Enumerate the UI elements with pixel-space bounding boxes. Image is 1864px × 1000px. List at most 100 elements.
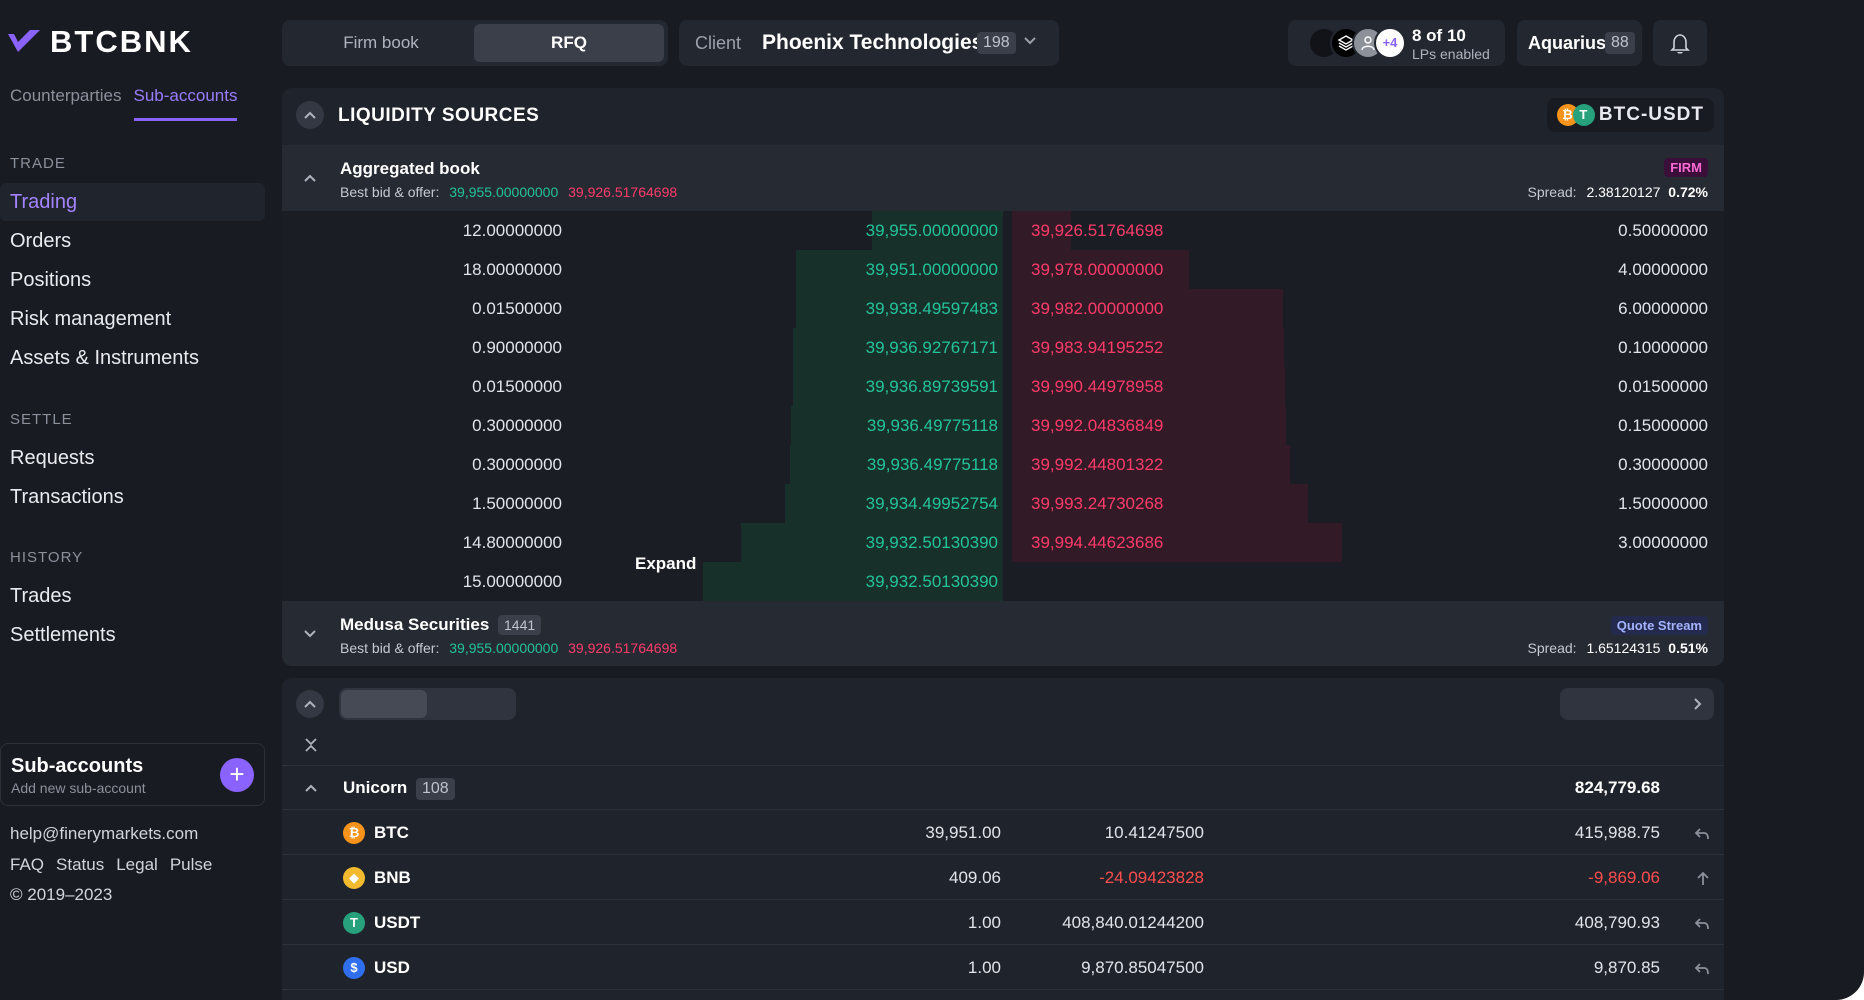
chevron-up-icon bbox=[304, 700, 316, 708]
add-sub-account-button[interactable]: + bbox=[220, 758, 254, 792]
asset-price: 1.00 bbox=[967, 913, 1001, 932]
collapse-liquidity-button[interactable] bbox=[296, 101, 324, 129]
book-row[interactable]: 0.30000000 39,936.49775118 39,992.44801322… bbox=[282, 445, 1724, 484]
bid-size: 0.01500000 bbox=[472, 377, 562, 396]
tab-sub-accounts[interactable]: Sub-accounts bbox=[133, 86, 238, 121]
bid-size: 0.30000000 bbox=[472, 455, 562, 474]
asset-price: 39,951.00 bbox=[925, 823, 1001, 842]
spread-percent: 0.51% bbox=[1668, 640, 1708, 656]
nav-item-trading[interactable]: Trading bbox=[0, 183, 265, 221]
group-name: Unicorn bbox=[343, 778, 408, 797]
ask-price: 39,926.51764698 bbox=[1031, 221, 1164, 240]
lps-count: 8 of 10 bbox=[1412, 26, 1466, 45]
collapse-all-icon[interactable] bbox=[304, 737, 318, 758]
spread-percent: 0.72% bbox=[1668, 184, 1708, 200]
book-row[interactable]: 0.01500000 39,936.89739591 39,990.44978958… bbox=[282, 367, 1724, 406]
book-row[interactable]: 0.90000000 39,936.92767171 39,983.94195252… bbox=[282, 328, 1724, 367]
asset-row[interactable]: T USDT 1.00 408,840.01244200 408,790.93 bbox=[282, 901, 1724, 945]
nav-item-trades[interactable]: Trades bbox=[0, 577, 265, 615]
medusa-spread: Spread: 1.65124315 0.51% bbox=[1528, 640, 1709, 656]
chevron-up-icon[interactable] bbox=[304, 781, 318, 800]
account-count-badge: 88 bbox=[1605, 32, 1635, 54]
arrow-up-icon[interactable] bbox=[1696, 856, 1710, 900]
bid-size: 0.30000000 bbox=[472, 416, 562, 435]
ask-size: 0.30000000 bbox=[1618, 455, 1708, 474]
mode-rfq[interactable]: RFQ bbox=[474, 24, 664, 62]
return-icon[interactable] bbox=[1694, 811, 1710, 855]
balances-nav-placeholder[interactable] bbox=[1560, 688, 1714, 720]
bid-price: 39,934.49952754 bbox=[865, 494, 998, 513]
nav-item-positions[interactable]: Positions bbox=[0, 261, 265, 299]
account-name: Aquarius bbox=[1528, 33, 1607, 53]
collapse-balances-button[interactable] bbox=[296, 690, 324, 718]
mode-firm-book[interactable]: Firm book bbox=[286, 24, 476, 62]
best-ask: 39,926.51764698 bbox=[568, 184, 678, 200]
footer-link-pulse[interactable]: Pulse bbox=[170, 855, 213, 875]
sidebar-tabs: Counterparties Sub-accounts bbox=[10, 86, 238, 121]
pair-selector[interactable]: ₿ T BTC-USDT bbox=[1546, 98, 1714, 132]
best-bid: 39,955.00000000 bbox=[449, 184, 559, 200]
asset-price: 409.06 bbox=[949, 868, 1001, 887]
aggregated-bbo: Best bid & offer: 39,955.00000000 39,926… bbox=[340, 184, 677, 200]
copyright: © 2019–2023 bbox=[10, 885, 113, 904]
bid-price: 39,951.00000000 bbox=[865, 260, 998, 279]
book-row[interactable]: 12.00000000 39,955.00000000 39,926.5176469… bbox=[282, 211, 1724, 250]
bid-price: 39,938.49597483 bbox=[865, 299, 998, 318]
notifications-button[interactable] bbox=[1653, 20, 1707, 66]
return-icon[interactable] bbox=[1694, 946, 1710, 990]
bbo-label: Best bid & offer: bbox=[340, 640, 440, 656]
balances-tab-placeholder[interactable] bbox=[339, 688, 516, 720]
footer-link-legal[interactable]: Legal bbox=[116, 855, 158, 875]
footer-link-faq[interactable]: FAQ bbox=[10, 855, 44, 875]
nav-item-transactions[interactable]: Transactions bbox=[0, 478, 265, 516]
tab-counterparties[interactable]: Counterparties bbox=[10, 86, 122, 121]
brand-logo[interactable]: BTCBNK bbox=[6, 24, 193, 60]
tether-icon: T bbox=[343, 912, 365, 934]
mode-switch: Firm book RFQ bbox=[282, 20, 668, 66]
bid-size: 18.00000000 bbox=[462, 260, 562, 279]
book-row[interactable]: 1.50000000 39,934.49952754 39,993.24730268… bbox=[282, 484, 1724, 523]
expand-medusa-button[interactable] bbox=[296, 619, 324, 647]
group-row-unicorn[interactable]: Unicorn 108 824,779.68 bbox=[282, 765, 1724, 810]
asset-symbol: USDT bbox=[374, 913, 421, 932]
plus-icon: + bbox=[229, 759, 245, 789]
lps-selector[interactable]: +4 8 of 10 LPs enabled bbox=[1288, 20, 1505, 66]
spread-value: 1.65124315 bbox=[1586, 640, 1661, 656]
asset-row[interactable]: $ USD 1.00 9,870.85047500 9,870.85 bbox=[282, 946, 1724, 990]
book-row[interactable]: 15.00000000 39,932.50130390 bbox=[282, 562, 1724, 601]
asset-value: 9,870.85 bbox=[1593, 958, 1660, 977]
nav-item-assets-instruments[interactable]: Assets & Instruments bbox=[0, 339, 265, 377]
return-icon[interactable] bbox=[1694, 901, 1710, 945]
book-row[interactable]: 0.01500000 39,938.49597483 39,982.00000000… bbox=[282, 289, 1724, 328]
bid-price: 39,932.50130390 bbox=[865, 533, 998, 552]
book-row[interactable]: 18.00000000 39,951.00000000 39,978.0000000… bbox=[282, 250, 1724, 289]
nav-item-requests[interactable]: Requests bbox=[0, 439, 265, 477]
book-row[interactable]: 0.30000000 39,936.49775118 39,992.04836849… bbox=[282, 406, 1724, 445]
bitcoin-icon: ₿ bbox=[343, 822, 365, 844]
section-title-trade: TRADE bbox=[10, 155, 66, 172]
account-selector[interactable]: Aquarius 88 bbox=[1517, 20, 1642, 66]
asset-quantity: 10.41247500 bbox=[1104, 823, 1204, 842]
liquidity-title: LIQUIDITY SOURCES bbox=[338, 105, 540, 126]
support-email-link[interactable]: help@finerymarkets.com bbox=[10, 824, 198, 844]
asset-row[interactable]: ₿ BTC 39,951.00 10.41247500 415,988.75 bbox=[282, 811, 1724, 855]
expand-book-button[interactable]: Expand bbox=[635, 554, 696, 574]
asset-row[interactable]: ◆ BNB 409.06 -24.09423828 -9,869.06 bbox=[282, 856, 1724, 900]
bid-size: 14.80000000 bbox=[462, 533, 562, 552]
bid-size: 12.00000000 bbox=[462, 221, 562, 240]
sub-accounts-card[interactable]: Sub-accounts Add new sub-account + bbox=[0, 743, 265, 806]
footer-links: FAQ Status Legal Pulse bbox=[10, 855, 212, 875]
book-row[interactable]: 14.80000000 39,932.50130390 39,994.4462368… bbox=[282, 523, 1724, 562]
bid-size: 15.00000000 bbox=[462, 572, 562, 591]
client-count-badge: 198 bbox=[977, 32, 1016, 54]
brand-name: BTCBNK bbox=[50, 24, 193, 59]
client-selector[interactable]: Client Phoenix Technologies 198 bbox=[679, 20, 1059, 66]
aggregated-spread: Spread: 2.38120127 0.72% bbox=[1528, 184, 1709, 200]
footer-link-status[interactable]: Status bbox=[56, 855, 104, 875]
nav-item-risk-management[interactable]: Risk management bbox=[0, 300, 265, 338]
balances-panel: Unicorn 108 824,779.68 ₿ BTC 39,951.00 10.4… bbox=[282, 678, 1724, 1000]
nav-item-settlements[interactable]: Settlements bbox=[0, 616, 265, 654]
nav-item-orders[interactable]: Orders bbox=[0, 222, 265, 260]
collapse-aggregated-button[interactable] bbox=[296, 164, 324, 192]
best-ask: 39,926.51764698 bbox=[568, 640, 678, 656]
